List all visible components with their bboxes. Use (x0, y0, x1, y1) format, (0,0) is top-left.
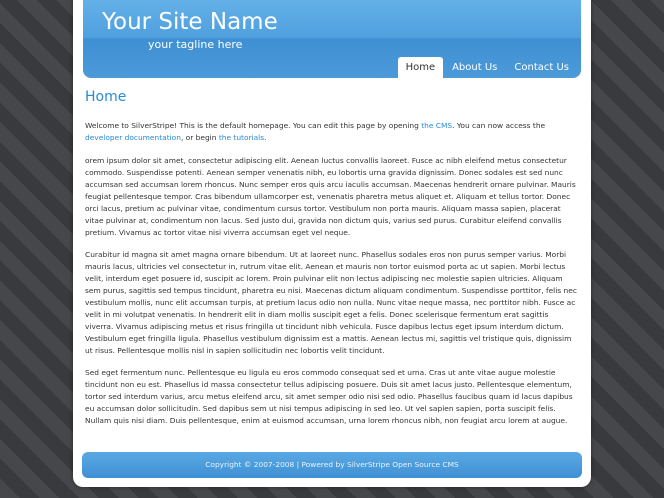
site-footer: Copyright © 2007-2008 | Powered by Silve… (82, 452, 582, 478)
nav-item-contact-us[interactable]: Contact Us (506, 57, 577, 78)
site-name[interactable]: Your Site Name (102, 9, 278, 35)
page-title: Home (85, 89, 127, 105)
footer-copyright: Copyright © 2007-2008 | Powered by Silve… (205, 460, 459, 469)
intro-text-1: Welcome to SilverStripe! This is the def… (85, 121, 422, 130)
intro-paragraph: Welcome to SilverStripe! This is the def… (85, 120, 579, 144)
nav-item-home[interactable]: Home (397, 57, 444, 78)
developer-documentation-link[interactable]: developer documentation (85, 133, 181, 142)
site-tagline: your tagline here (148, 38, 243, 51)
site-header: Your Site Name your tagline here Home Ab… (83, 0, 581, 78)
body-paragraph-1: orem ipsum dolor sit amet, consectetur a… (85, 156, 576, 237)
page-container: Your Site Name your tagline here Home Ab… (73, 0, 591, 487)
intro-text-4: . (264, 133, 267, 142)
nav-item-about-us[interactable]: About Us (444, 57, 505, 78)
main-content: Home Welcome to SilverStripe! This is th… (85, 88, 579, 437)
tutorials-link[interactable]: the tutorials (219, 133, 264, 142)
body-paragraph-2: Curabitur id magna sit amet magna ornare… (85, 250, 577, 355)
intro-text-2: . You can now access the (452, 121, 546, 130)
intro-text-3: , or begin (180, 133, 219, 142)
body-paragraph-3: Sed eget fermentum nunc. Pellentesque eu… (85, 368, 573, 425)
cms-link[interactable]: the CMS (421, 121, 452, 130)
main-navigation: Home About Us Contact Us (397, 57, 577, 78)
